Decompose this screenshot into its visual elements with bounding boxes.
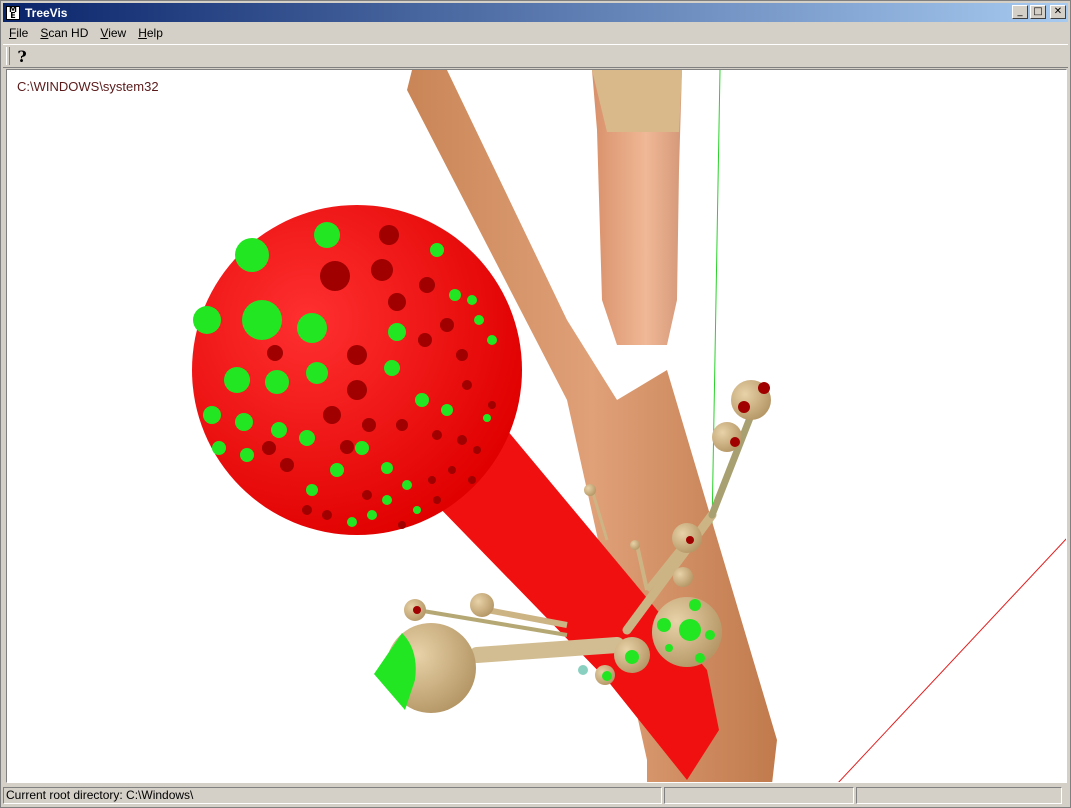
node-sphere-9 bbox=[470, 593, 494, 617]
maximize-button[interactable]: □ bbox=[1030, 5, 1046, 19]
sub-branch-3 bbox=[469, 637, 625, 663]
menu-scan-hd-label: can HD bbox=[48, 26, 89, 40]
status-pane-2 bbox=[664, 787, 854, 804]
menu-help-label: elp bbox=[146, 26, 163, 40]
help-icon: ? bbox=[17, 47, 27, 66]
status-pane-3 bbox=[856, 787, 1062, 804]
red-axis-line bbox=[838, 538, 1066, 782]
node-sphere-6-dot bbox=[730, 437, 740, 447]
node-sphere-5-dot2 bbox=[758, 382, 770, 394]
node-sphere-10-dot bbox=[413, 606, 421, 614]
trunk-branch-tip bbox=[592, 70, 682, 132]
node-sphere-12 bbox=[630, 540, 640, 550]
menu-file-label: ile bbox=[16, 26, 29, 40]
menu-help-key: H bbox=[138, 26, 147, 40]
menu-view[interactable]: View bbox=[94, 26, 132, 40]
node-sphere-13 bbox=[578, 665, 588, 675]
3d-viewport[interactable]: C:\WINDOWS\system32 bbox=[6, 69, 1067, 783]
menu-help[interactable]: Help bbox=[132, 26, 169, 40]
window-title: TreeVis bbox=[25, 5, 68, 20]
menu-file[interactable]: File bbox=[3, 26, 34, 40]
minimize-icon: _ bbox=[1017, 6, 1023, 17]
close-button[interactable]: ✕ bbox=[1050, 5, 1066, 19]
app-window: ME TreeVis _ □ ✕ File Scan HD View Help … bbox=[0, 0, 1071, 808]
toolbar-grip[interactable] bbox=[6, 47, 10, 65]
minimize-button[interactable]: _ bbox=[1012, 5, 1028, 19]
maximize-icon: □ bbox=[1033, 6, 1043, 17]
node-sphere-8 bbox=[673, 567, 693, 587]
menu-view-label: iew bbox=[108, 26, 127, 40]
app-icon[interactable]: ME bbox=[6, 5, 20, 20]
node-sphere-3-dot bbox=[625, 650, 639, 664]
node-sphere-5-dot bbox=[738, 401, 750, 413]
status-bar: Current root directory: C:\Windows\ bbox=[3, 787, 1068, 806]
help-button[interactable]: ? bbox=[11, 46, 33, 67]
node-sphere-6 bbox=[712, 422, 742, 452]
node-sphere-11 bbox=[584, 484, 596, 496]
status-main: Current root directory: C:\Windows\ bbox=[3, 787, 662, 804]
menu-scan-hd[interactable]: Scan HD bbox=[34, 26, 94, 40]
current-path-label: C:\WINDOWS\system32 bbox=[17, 79, 159, 94]
title-bar[interactable]: ME TreeVis _ □ ✕ bbox=[3, 3, 1068, 22]
menu-bar: File Scan HD View Help bbox=[3, 23, 1068, 43]
tree-scene[interactable] bbox=[7, 70, 1067, 783]
close-icon: ✕ bbox=[1053, 6, 1063, 17]
node-sphere-7-dot bbox=[686, 536, 694, 544]
toolbar: ? bbox=[3, 44, 1068, 68]
node-sphere-4-dot bbox=[602, 671, 612, 681]
